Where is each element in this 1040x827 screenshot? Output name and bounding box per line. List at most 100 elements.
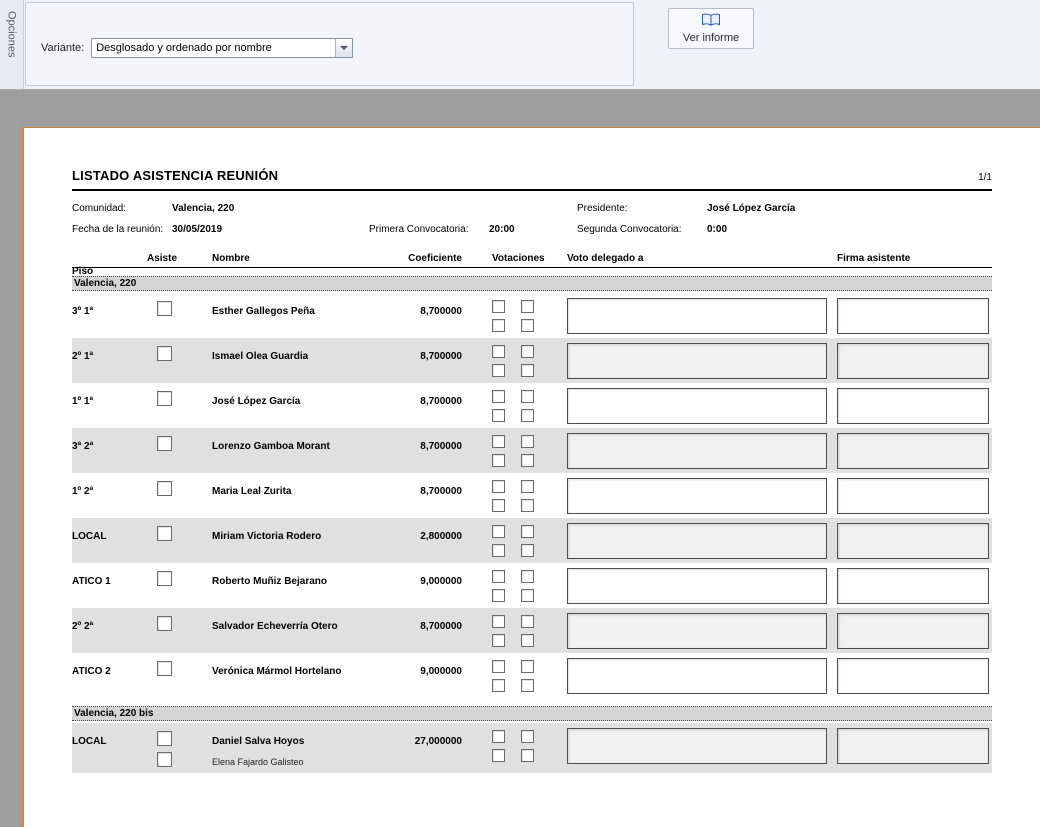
attendance-row: LOCALMiriam Victoria Rodero2,800000 <box>72 518 992 563</box>
votacion-checkbox[interactable] <box>492 589 505 602</box>
voto-delegado-box[interactable] <box>567 298 827 334</box>
votaciones-grid <box>492 570 567 602</box>
votacion-checkbox[interactable] <box>521 319 534 332</box>
piso-cell: ATICO 1 <box>72 563 147 608</box>
voto-delegado-box[interactable] <box>567 568 827 604</box>
firma-asistente-box[interactable] <box>837 728 989 764</box>
firma-asistente-box[interactable] <box>837 298 989 334</box>
nombre-cell: Salvador Echeverría Otero <box>212 608 377 653</box>
votaciones-cell <box>462 608 567 653</box>
dropdown-arrow-button[interactable] <box>335 39 352 57</box>
votacion-checkbox[interactable] <box>492 634 505 647</box>
votacion-checkbox[interactable] <box>492 615 505 628</box>
firma-asistente-box[interactable] <box>837 433 989 469</box>
voto-delegado-box[interactable] <box>567 523 827 559</box>
fecha-reunion-label: Fecha de la reunión: <box>72 224 163 235</box>
votacion-checkbox[interactable] <box>492 570 505 583</box>
voto-delegado-box[interactable] <box>567 388 827 424</box>
votacion-checkbox[interactable] <box>492 345 505 358</box>
piso-cell: LOCAL <box>72 518 147 563</box>
votacion-checkbox[interactable] <box>521 660 534 673</box>
asiste-checkbox[interactable] <box>157 391 172 406</box>
votacion-checkbox[interactable] <box>492 499 505 512</box>
votacion-checkbox[interactable] <box>521 454 534 467</box>
votacion-checkbox[interactable] <box>492 409 505 422</box>
page-indicator: 1/1 <box>978 172 992 183</box>
votacion-checkbox[interactable] <box>492 454 505 467</box>
votacion-checkbox[interactable] <box>521 544 534 557</box>
votacion-checkbox[interactable] <box>521 679 534 692</box>
asiste-checkbox[interactable] <box>157 301 172 316</box>
nombre-cell: Roberto Muñiz Bejarano <box>212 563 377 608</box>
nombre-cell: José López García <box>212 383 377 428</box>
votaciones-grid <box>492 345 567 377</box>
firma-asistente-box[interactable] <box>837 568 989 604</box>
piso-cell: ATICO 2 <box>72 653 147 698</box>
firma-asistente-box[interactable] <box>837 613 989 649</box>
coeficiente-cell: 9,000000 <box>377 653 462 698</box>
votacion-checkbox[interactable] <box>521 364 534 377</box>
votacion-checkbox[interactable] <box>521 435 534 448</box>
asiste-checkbox[interactable] <box>157 526 172 541</box>
votaciones-grid <box>492 300 567 332</box>
voto-delegado-box[interactable] <box>567 613 827 649</box>
votacion-checkbox[interactable] <box>521 634 534 647</box>
votacion-checkbox[interactable] <box>521 300 534 313</box>
asiste-checkbox[interactable] <box>157 571 172 586</box>
voto-delegado-box[interactable] <box>567 728 827 764</box>
votacion-checkbox[interactable] <box>521 615 534 628</box>
votacion-checkbox[interactable] <box>492 660 505 673</box>
votacion-checkbox[interactable] <box>521 570 534 583</box>
voto-delegado-box[interactable] <box>567 658 827 694</box>
votacion-checkbox[interactable] <box>521 499 534 512</box>
piso-cell: 3º 1ª <box>72 293 147 338</box>
variant-dropdown[interactable]: Desglosado y ordenado por nombre <box>91 38 353 58</box>
votacion-checkbox[interactable] <box>492 300 505 313</box>
view-report-button[interactable]: Ver informe <box>668 8 754 49</box>
votacion-checkbox[interactable] <box>521 749 534 762</box>
voto-delegado-box[interactable] <box>567 478 827 514</box>
coeficiente-cell: 8,700000 <box>377 383 462 428</box>
votacion-checkbox[interactable] <box>521 390 534 403</box>
votacion-checkbox[interactable] <box>521 409 534 422</box>
votaciones-cell <box>462 723 567 773</box>
votaciones-cell <box>462 653 567 698</box>
report-preview-area: LISTADO ASISTENCIA REUNIÓN 1/1 Comunidad… <box>0 90 1040 827</box>
voto-delegado-box[interactable] <box>567 433 827 469</box>
firma-asistente-box[interactable] <box>837 523 989 559</box>
votacion-checkbox[interactable] <box>521 480 534 493</box>
asiste-checkbox[interactable] <box>157 616 172 631</box>
coeficiente-cell: 27,000000 <box>377 723 462 773</box>
votacion-checkbox[interactable] <box>521 345 534 358</box>
votacion-checkbox[interactable] <box>521 525 534 538</box>
votacion-checkbox[interactable] <box>492 390 505 403</box>
owner-name: Verónica Mármol Hortelano <box>212 666 377 677</box>
votacion-checkbox[interactable] <box>492 679 505 692</box>
votacion-checkbox[interactable] <box>521 589 534 602</box>
firma-asistente-box[interactable] <box>837 343 989 379</box>
asiste-checkbox[interactable] <box>157 481 172 496</box>
nombre-cell: Esther Gallegos Peña <box>212 293 377 338</box>
voto-delegado-box[interactable] <box>567 343 827 379</box>
firma-cell <box>837 723 989 773</box>
firma-asistente-box[interactable] <box>837 388 989 424</box>
asiste-checkbox[interactable] <box>157 661 172 676</box>
asiste-checkbox[interactable] <box>157 731 172 746</box>
asiste-checkbox[interactable] <box>157 752 172 767</box>
votacion-checkbox[interactable] <box>492 749 505 762</box>
firma-asistente-box[interactable] <box>837 478 989 514</box>
votacion-checkbox[interactable] <box>492 730 505 743</box>
nombre-cell: Daniel Salva HoyosElena Fajardo Galisteo <box>212 723 377 773</box>
options-panel-tab[interactable]: Opciones <box>0 0 24 89</box>
voto-delegado-cell <box>567 473 827 518</box>
votacion-checkbox[interactable] <box>492 544 505 557</box>
votacion-checkbox[interactable] <box>492 319 505 332</box>
votacion-checkbox[interactable] <box>521 730 534 743</box>
firma-asistente-box[interactable] <box>837 658 989 694</box>
asiste-checkbox[interactable] <box>157 436 172 451</box>
votacion-checkbox[interactable] <box>492 480 505 493</box>
votacion-checkbox[interactable] <box>492 435 505 448</box>
votacion-checkbox[interactable] <box>492 364 505 377</box>
asiste-checkbox[interactable] <box>157 346 172 361</box>
votacion-checkbox[interactable] <box>492 525 505 538</box>
